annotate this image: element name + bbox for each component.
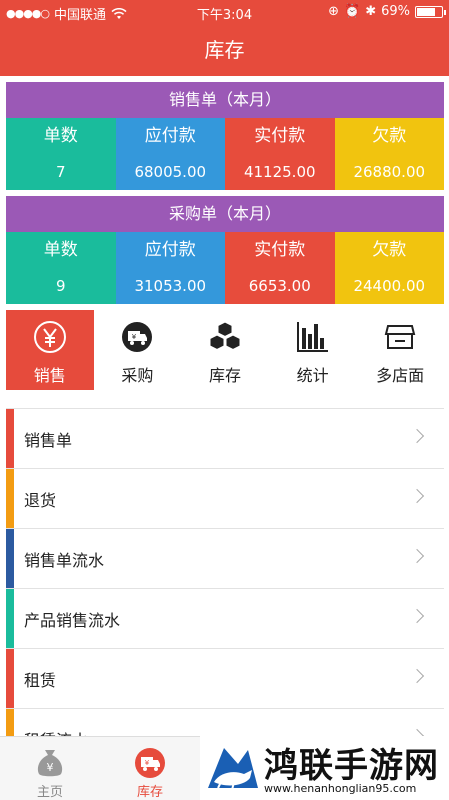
bar-chart-icon: [296, 322, 328, 352]
menu-color-bar: [6, 529, 14, 588]
sales-debt-cell: 欠款 26880.00: [334, 118, 444, 190]
battery-icon: [415, 5, 446, 18]
bull-logo-icon: [208, 748, 258, 791]
battery-label: 69%: [381, 4, 410, 19]
menu-item-label: 销售单: [24, 430, 73, 450]
tab-home[interactable]: ¥ 主页: [0, 737, 100, 800]
tab-inventory[interactable]: ¥ 库存: [100, 737, 200, 800]
chevron-right-icon: [409, 488, 425, 504]
purchase-payable-cell: 应付款 31053.00: [115, 232, 225, 304]
bluetooth-icon: ✱: [365, 4, 377, 19]
truck-icon: ¥: [122, 322, 153, 352]
purchase-count-cell: 单数 9: [6, 232, 116, 304]
chevron-right-icon: [409, 608, 425, 624]
menu-item-lease[interactable]: 租赁: [6, 649, 444, 709]
page-title: 库存: [0, 24, 449, 76]
purchase-summary-title: 采购单（本月）: [6, 196, 444, 232]
action-sales[interactable]: 销售: [6, 310, 94, 390]
menu-item-label: 产品销售流水: [24, 610, 121, 630]
menu-color-bar: [6, 469, 14, 528]
action-multi-store[interactable]: 多店面: [356, 310, 444, 390]
tab-label: 库存: [136, 785, 163, 800]
watermark-title: 鸿联手游网: [264, 746, 439, 786]
money-bag-icon: ¥: [37, 750, 63, 777]
status-bar: ●●●●○ 中国联通 下午3:04 ⊕ ⏰ ✱ 69%: [0, 0, 449, 24]
menu-item-sales-flow[interactable]: 销售单流水: [6, 529, 444, 589]
svg-text:¥: ¥: [132, 333, 137, 341]
purchase-paid-cell: 实付款 6653.00: [225, 232, 335, 304]
purchase-summary-card[interactable]: 采购单（本月） 单数 9 应付款 31053.00 实付款 6653.00 欠款…: [6, 196, 444, 304]
menu-color-bar: [6, 649, 14, 708]
menu-item-label: 销售单流水: [24, 550, 105, 570]
quick-actions: 销售 ¥ 采购 库存 统计 多店面: [6, 310, 444, 390]
action-purchase[interactable]: ¥ 采购: [94, 310, 182, 390]
menu-list: 销售单 退货 销售单流水 产品销售流水 租赁 租赁流水: [6, 408, 444, 769]
menu-item-label: 退货: [24, 490, 57, 510]
watermark-url: www.henanhonglian95.com: [264, 782, 417, 795]
store-icon: [384, 325, 416, 349]
boxes-icon: [209, 321, 241, 351]
menu-color-bar: [6, 589, 14, 648]
chevron-right-icon: [409, 428, 425, 444]
purchase-debt-cell: 欠款 24400.00: [334, 232, 444, 304]
action-statistics[interactable]: 统计: [269, 310, 357, 390]
tab-bar: ¥ 主页 ¥ 库存: [0, 736, 200, 800]
watermark-banner: 鸿联手游网 www.henanhonglian95.com: [200, 736, 449, 800]
menu-item-label: 租赁: [24, 670, 57, 690]
sales-paid-cell: 实付款 41125.00: [225, 118, 335, 190]
menu-item-returns[interactable]: 退货: [6, 469, 444, 529]
tab-label: 主页: [36, 785, 63, 800]
svg-text:¥: ¥: [145, 759, 150, 767]
menu-item-sales-order[interactable]: 销售单: [6, 409, 444, 469]
menu-color-bar: [6, 409, 14, 468]
yuan-circle-icon: [33, 321, 66, 353]
chevron-right-icon: [409, 548, 425, 564]
chevron-right-icon: [409, 668, 425, 684]
action-inventory[interactable]: 库存: [181, 310, 269, 390]
alarm-icon: ⏰: [344, 4, 361, 19]
sales-summary-card[interactable]: 销售单（本月） 单数 7 应付款 68005.00 实付款 41125.00 欠…: [6, 82, 444, 190]
sales-count-cell: 单数 7: [6, 118, 116, 190]
svg-text:¥: ¥: [47, 761, 54, 774]
menu-item-product-sales-flow[interactable]: 产品销售流水: [6, 589, 444, 649]
rotation-lock-icon: ⊕: [328, 4, 339, 19]
sales-payable-cell: 应付款 68005.00: [115, 118, 225, 190]
yuan-truck-icon: ¥: [135, 748, 165, 778]
sales-summary-title: 销售单（本月）: [6, 82, 444, 118]
